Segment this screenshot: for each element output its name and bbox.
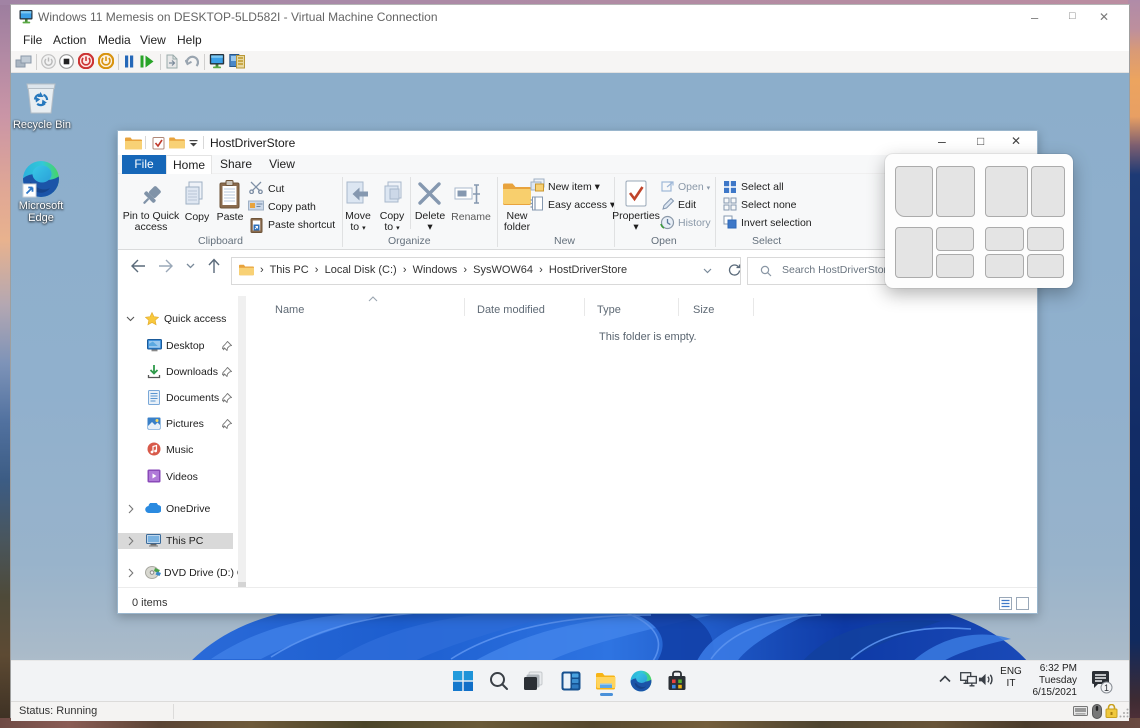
svg-text:1: 1 xyxy=(1104,683,1109,693)
